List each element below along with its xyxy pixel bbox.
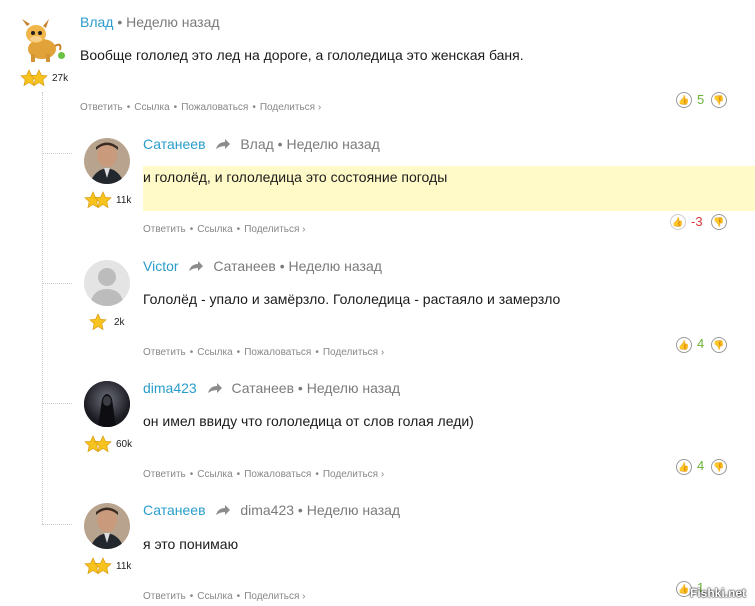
vote-score: 5: [697, 92, 705, 107]
thumbs-down-icon[interactable]: 👎: [711, 337, 727, 353]
thumbs-up-icon[interactable]: 👍: [676, 92, 692, 108]
karma-count: 60k: [116, 439, 133, 450]
reply-to-link[interactable]: dima423: [240, 502, 294, 518]
thread-connector: [42, 283, 72, 284]
avatar[interactable]: [84, 381, 130, 427]
report-link[interactable]: Пожаловаться: [181, 102, 248, 113]
share-link[interactable]: Поделиться ›: [244, 224, 305, 235]
timestamp[interactable]: Неделю назад: [126, 14, 219, 30]
author-link[interactable]: Сатанеев: [143, 136, 206, 152]
share-link[interactable]: Поделиться ›: [323, 469, 384, 480]
author-link[interactable]: Влад: [80, 14, 113, 30]
thumbs-up-icon[interactable]: 👍: [676, 459, 692, 475]
author-link[interactable]: Victor: [143, 258, 179, 274]
permalink[interactable]: Ссылка: [134, 102, 169, 113]
thumbs-down-icon[interactable]: 👎: [711, 214, 727, 230]
reply-link[interactable]: Ответить: [143, 347, 186, 358]
comment-text: Вообще гололед это лед на дороге, а голо…: [80, 47, 524, 63]
reply-to-link[interactable]: Влад: [240, 136, 273, 152]
karma-count: 11k: [116, 561, 132, 572]
timestamp[interactable]: Неделю назад: [286, 136, 379, 152]
comment-text: я это понимаю: [143, 536, 239, 552]
permalink[interactable]: Ссылка: [197, 347, 232, 358]
vote-score: -3: [691, 214, 703, 229]
comment-actions: Ответить • Ссылка • Поделиться ›: [143, 591, 306, 602]
reply-link[interactable]: Ответить: [143, 469, 186, 480]
comment-text: и гололёд, и гололедица это состояние по…: [143, 169, 448, 185]
comment-actions: Ответить • Ссылка • Поделиться ›: [143, 224, 306, 235]
comment-actions: Ответить • Ссылка • Пожаловаться • Поделиться …: [143, 347, 385, 358]
comment-header: Victor Сатанеев • Неделю назад: [143, 258, 382, 274]
permalink[interactable]: Ссылка: [197, 591, 232, 602]
rank-stars: [84, 435, 112, 453]
comment-text: он имел ввиду что гололедица от слов гол…: [143, 413, 474, 429]
vote-score: 4: [697, 458, 705, 473]
permalink[interactable]: Ссылка: [197, 224, 232, 235]
karma-count: 27k: [52, 73, 69, 84]
reply-link[interactable]: Ответить: [143, 224, 186, 235]
share-link[interactable]: Поделиться ›: [244, 591, 305, 602]
thread-connector: [42, 524, 72, 525]
author-link[interactable]: Сатанеев: [143, 502, 206, 518]
rank-stars: [84, 557, 112, 575]
permalink[interactable]: Ссылка: [197, 469, 232, 480]
share-link[interactable]: Поделиться ›: [323, 347, 384, 358]
thumbs-down-icon[interactable]: 👎: [711, 459, 727, 475]
avatar[interactable]: [84, 503, 130, 549]
reply-link[interactable]: Ответить: [80, 102, 123, 113]
karma-count: 11k: [116, 195, 132, 206]
avatar[interactable]: [84, 260, 130, 306]
comment-header: Сатанеев dima423 • Неделю назад: [143, 502, 401, 518]
author-link[interactable]: dima423: [143, 380, 197, 396]
thumbs-up-icon[interactable]: 👍: [676, 337, 692, 353]
comment-actions: Ответить • Ссылка • Пожаловаться • Поделиться …: [80, 102, 322, 113]
comment-header: dima423 Сатанеев • Неделю назад: [143, 380, 401, 396]
comment-actions: Ответить • Ссылка • Пожаловаться • Поделиться …: [143, 469, 385, 480]
rank-stars: [20, 69, 48, 87]
rank-stars: [84, 191, 112, 209]
reply-arrow-icon: [189, 261, 204, 272]
report-link[interactable]: Пожаловаться: [244, 347, 311, 358]
thread-connector: [42, 153, 72, 154]
comment-text: Гололёд - упало и замёрзло. Гололедица -…: [143, 291, 561, 307]
timestamp[interactable]: Неделю назад: [307, 502, 400, 518]
thread-connector: [42, 403, 72, 404]
vote-score: 4: [697, 336, 705, 351]
comment-header: Влад • Неделю назад: [80, 14, 220, 30]
timestamp[interactable]: Неделю назад: [307, 380, 400, 396]
reply-arrow-icon: [216, 505, 231, 516]
site-watermark: Fishki.net: [690, 586, 747, 600]
thumbs-down-icon[interactable]: 👎: [711, 92, 727, 108]
thumbs-up-icon[interactable]: 👍: [670, 214, 686, 230]
reply-to-link[interactable]: Сатанеев: [231, 380, 294, 396]
online-indicator: [58, 52, 65, 59]
avatar[interactable]: [84, 138, 130, 184]
reply-arrow-icon: [207, 383, 222, 394]
rank-stars: [89, 313, 107, 331]
timestamp[interactable]: Неделю назад: [289, 258, 382, 274]
karma-count: 2k: [114, 317, 125, 328]
comment-header: Сатанеев Влад • Неделю назад: [143, 136, 380, 152]
report-link[interactable]: Пожаловаться: [244, 469, 311, 480]
reply-to-link[interactable]: Сатанеев: [213, 258, 276, 274]
reply-link[interactable]: Ответить: [143, 591, 186, 602]
reply-arrow-icon: [216, 139, 231, 150]
share-link[interactable]: Поделиться ›: [260, 102, 321, 113]
thread-line: [42, 92, 43, 524]
